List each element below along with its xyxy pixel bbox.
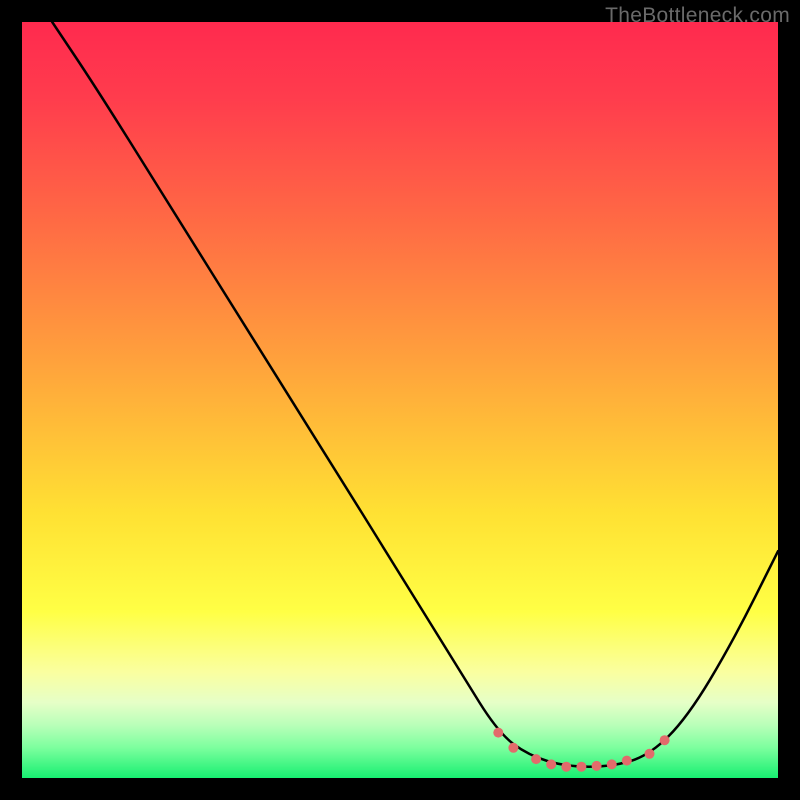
curve-marker [561,762,571,772]
curve-marker [576,762,586,772]
curve-layer [52,22,778,767]
curve-marker [645,749,655,759]
plot-area [22,22,778,778]
chart-frame: TheBottleneck.com [0,0,800,800]
curve-svg [22,22,778,778]
curve-marker [607,759,617,769]
curve-marker [508,743,518,753]
bottleneck-curve [52,22,778,767]
curve-marker [660,735,670,745]
curve-marker [622,756,632,766]
curve-marker [592,761,602,771]
curve-marker [493,728,503,738]
watermark-text: TheBottleneck.com [605,4,790,28]
curve-marker [546,759,556,769]
curve-marker [531,754,541,764]
